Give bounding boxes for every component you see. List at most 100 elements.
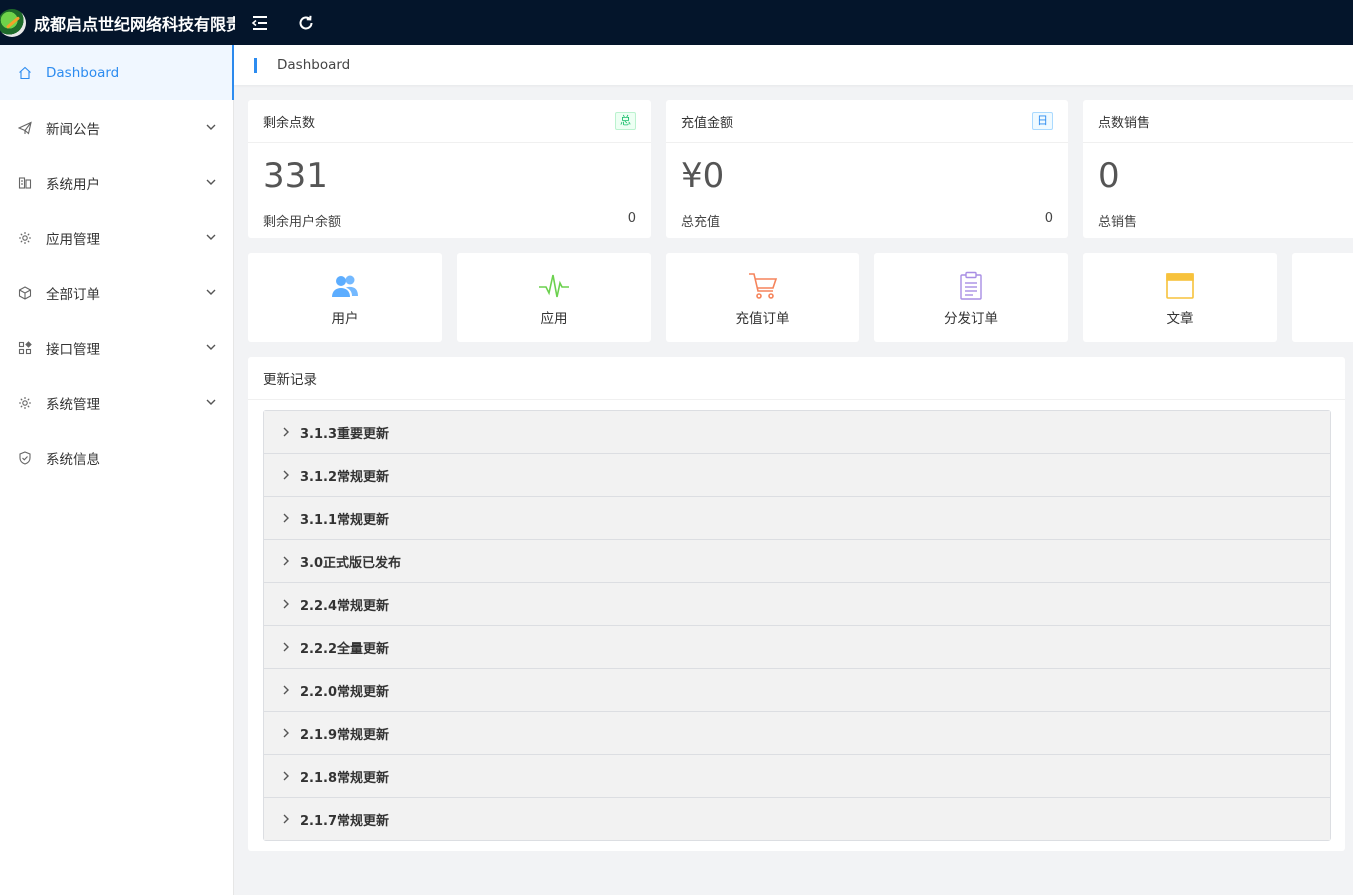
stat-value: 0 bbox=[1098, 156, 1120, 196]
send-icon bbox=[18, 121, 32, 135]
update-log-entry[interactable]: 2.1.7常规更新 bbox=[264, 798, 1330, 840]
sidebar: Dashboard 新闻公告 系统用户 应用管理 全部订单 接口管理 系统管理 … bbox=[0, 45, 234, 895]
users-icon bbox=[329, 271, 361, 301]
stat-card-remaining-points: 剩余点数 总 331 剩余用户余额 0 bbox=[248, 100, 651, 238]
stat-badge: 日 bbox=[1032, 112, 1053, 130]
stat-value: 331 bbox=[263, 156, 328, 196]
breadcrumb-current[interactable]: Dashboard bbox=[277, 57, 350, 73]
chevron-down-icon bbox=[205, 176, 217, 188]
shortcut-articles[interactable]: 文章 bbox=[1083, 253, 1277, 342]
sidebar-item-label: 新闻公告 bbox=[46, 121, 100, 138]
sidebar-item-system-info[interactable]: 系统信息 bbox=[0, 430, 233, 485]
sidebar-item-app-management[interactable]: 应用管理 bbox=[0, 210, 233, 265]
refresh-icon bbox=[299, 15, 313, 29]
stat-foot-label: 总销售 bbox=[1098, 215, 1138, 230]
stat-title: 点数销售 bbox=[1098, 115, 1151, 131]
pulse-icon bbox=[538, 271, 570, 301]
update-log-entry[interactable]: 2.2.4常规更新 bbox=[264, 583, 1330, 626]
top-bar: 成都启点世纪网络科技有限责 bbox=[0, 0, 1353, 45]
update-log-list: 3.1.3重要更新 3.1.2常规更新 3.1.1常规更新 3.0正式版已发布 2.2.… bbox=[263, 410, 1331, 841]
update-log-entry-title: 3.1.1常规更新 bbox=[300, 512, 390, 528]
shortcut-label: 应用 bbox=[540, 311, 568, 327]
update-log-panel: 更新记录 3.1.3重要更新 3.1.2常规更新 3.1.1常规更新 3.0正式版已发… bbox=[248, 357, 1345, 851]
clipboard-icon bbox=[955, 271, 987, 301]
stat-title: 充值金额 bbox=[681, 115, 734, 131]
update-log-entry[interactable]: 3.1.2常规更新 bbox=[264, 454, 1330, 497]
chevron-down-icon bbox=[205, 231, 217, 243]
update-log-entry-title: 3.0正式版已发布 bbox=[300, 555, 402, 571]
gear-icon bbox=[18, 396, 32, 410]
update-log-entry[interactable]: 3.1.3重要更新 bbox=[264, 411, 1330, 454]
update-log-entry-title: 3.1.2常规更新 bbox=[300, 469, 390, 485]
stat-title: 剩余点数 bbox=[263, 115, 316, 131]
update-log-entry[interactable]: 2.1.8常规更新 bbox=[264, 755, 1330, 798]
update-log-entry[interactable]: 3.1.1常规更新 bbox=[264, 497, 1330, 540]
chevron-right-icon bbox=[280, 727, 292, 739]
shortcut-label: 充值订单 bbox=[735, 311, 790, 327]
shortcut-users[interactable]: 用户 bbox=[248, 253, 442, 342]
breadcrumb: Dashboard bbox=[234, 45, 1353, 85]
breadcrumb-marker bbox=[254, 57, 257, 73]
menu-collapse-button[interactable] bbox=[245, 8, 275, 38]
shortcut-label: 分发订单 bbox=[944, 311, 998, 327]
update-log-entry[interactable]: 2.1.9常规更新 bbox=[264, 712, 1330, 755]
sidebar-item-api-management[interactable]: 接口管理 bbox=[0, 320, 233, 375]
user-group-icon bbox=[18, 176, 32, 190]
brand-title: 成都启点世纪网络科技有限责 bbox=[34, 14, 235, 34]
sidebar-item-system-management[interactable]: 系统管理 bbox=[0, 375, 233, 430]
rocket-logo-icon bbox=[0, 8, 26, 37]
stat-badge: 总 bbox=[615, 112, 636, 130]
update-log-entry-title: 3.1.3重要更新 bbox=[300, 426, 390, 442]
refresh-button[interactable] bbox=[291, 8, 321, 38]
chevron-down-icon bbox=[205, 341, 217, 353]
cart-icon bbox=[747, 271, 779, 301]
shortcut-recharge-orders[interactable]: 充值订单 bbox=[666, 253, 859, 342]
chevron-down-icon bbox=[205, 396, 217, 408]
update-log-entry-title: 2.2.0常规更新 bbox=[300, 684, 390, 700]
sidebar-item-news[interactable]: 新闻公告 bbox=[0, 100, 233, 155]
stat-card-points-sales: 点数销售 0 总销售 bbox=[1083, 100, 1353, 238]
chevron-right-icon bbox=[280, 684, 292, 696]
stat-foot-value: 0 bbox=[627, 211, 636, 226]
update-log-entry-title: 2.1.8常规更新 bbox=[300, 770, 390, 786]
update-log-entry-title: 2.1.9常规更新 bbox=[300, 727, 390, 743]
chevron-right-icon bbox=[280, 469, 292, 481]
update-log-entry-title: 2.2.4常规更新 bbox=[300, 598, 390, 614]
chevron-right-icon bbox=[280, 512, 292, 524]
chevron-down-icon bbox=[205, 286, 217, 298]
apps-icon bbox=[18, 340, 32, 355]
update-log-entry[interactable]: 3.0正式版已发布 bbox=[264, 540, 1330, 583]
sidebar-item-label: 系统管理 bbox=[46, 396, 100, 413]
shield-icon bbox=[18, 450, 32, 465]
stat-value: ¥0 bbox=[681, 156, 725, 196]
sidebar-item-label: Dashboard bbox=[46, 64, 120, 81]
menu-fold-icon bbox=[251, 15, 267, 30]
chevron-down-icon bbox=[205, 121, 217, 133]
home-icon bbox=[18, 66, 32, 80]
stat-card-recharge-amount: 充值金额 日 ¥0 总充值 0 bbox=[666, 100, 1068, 238]
update-log-entry-title: 2.1.7常规更新 bbox=[300, 813, 390, 829]
chevron-right-icon bbox=[280, 598, 292, 610]
chevron-right-icon bbox=[280, 426, 292, 438]
brand[interactable]: 成都启点世纪网络科技有限责 bbox=[0, 0, 235, 45]
chevron-right-icon bbox=[280, 641, 292, 653]
chevron-right-icon bbox=[280, 813, 292, 825]
shortcut-label: 用户 bbox=[331, 311, 359, 327]
shortcut-apps[interactable]: 应用 bbox=[457, 253, 651, 342]
update-log-title: 更新记录 bbox=[248, 357, 1345, 400]
sidebar-item-label: 系统信息 bbox=[46, 451, 100, 468]
shortcut-distribution-orders[interactable]: 分发订单 bbox=[874, 253, 1068, 342]
shortcut-label: 文章 bbox=[1166, 311, 1194, 327]
stat-foot-value: 0 bbox=[1044, 211, 1053, 226]
update-log-entry[interactable]: 2.2.2全量更新 bbox=[264, 626, 1330, 669]
sidebar-item-label: 全部订单 bbox=[46, 286, 100, 303]
update-log-entry[interactable]: 2.2.0常规更新 bbox=[264, 669, 1330, 712]
chevron-right-icon bbox=[280, 555, 292, 567]
sidebar-item-label: 接口管理 bbox=[46, 341, 100, 358]
chevron-right-icon bbox=[280, 770, 292, 782]
sidebar-item-all-orders[interactable]: 全部订单 bbox=[0, 265, 233, 320]
shortcut-card-partial[interactable] bbox=[1292, 253, 1353, 342]
sidebar-item-label: 应用管理 bbox=[46, 231, 100, 248]
sidebar-item-dashboard[interactable]: Dashboard bbox=[0, 45, 234, 100]
sidebar-item-system-users[interactable]: 系统用户 bbox=[0, 155, 233, 210]
